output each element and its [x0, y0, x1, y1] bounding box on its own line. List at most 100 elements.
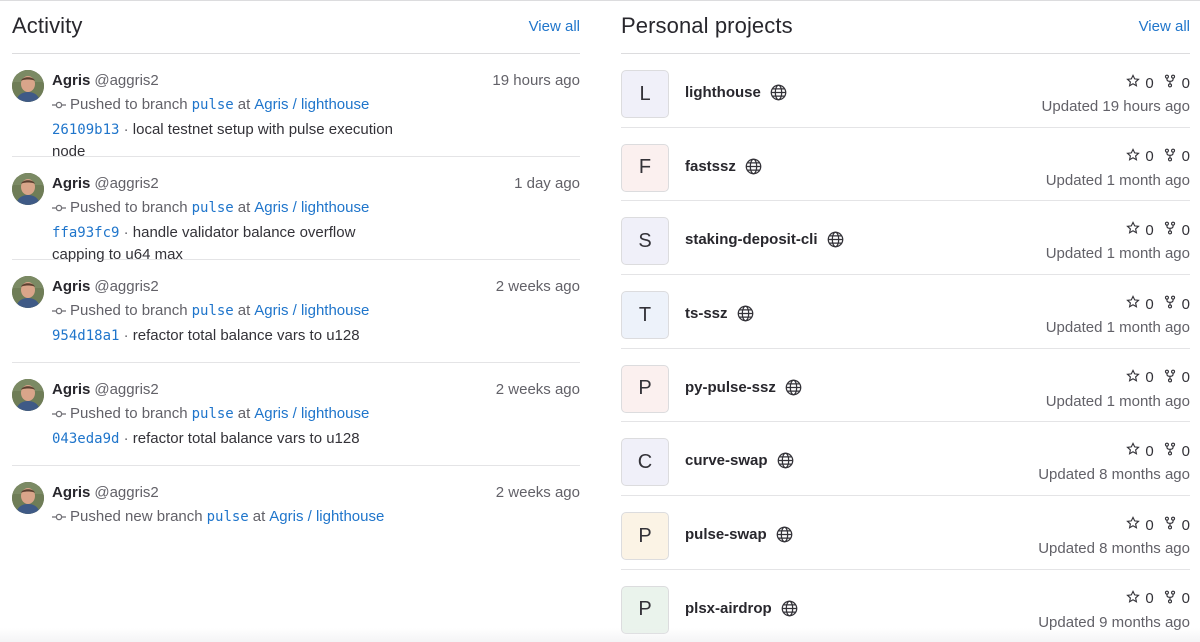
project-avatar[interactable]: P	[621, 585, 669, 634]
project-stats: 00	[1117, 147, 1190, 166]
event-time: 2 weeks ago	[495, 381, 580, 398]
branch-link[interactable]: pulse	[192, 198, 234, 218]
stars-count[interactable]: 0	[1126, 516, 1154, 534]
stars-count[interactable]: 0	[1126, 147, 1154, 166]
event-time: 2 weeks ago	[495, 484, 580, 501]
project-name-link[interactable]: pulse-swap	[685, 526, 767, 543]
projects-view-all-link[interactable]: View all	[1139, 18, 1190, 35]
project-updated: Updated 1 month ago	[1045, 171, 1190, 189]
commit-line: 954d18a1 · refactor total balance vars t…	[52, 325, 412, 347]
project-name-link[interactable]: fastssz	[685, 158, 736, 175]
activity-section: Activity View all Agris @aggris2 19 hours …	[12, 1, 580, 569]
at-text: at	[237, 199, 251, 216]
avatar[interactable]	[12, 173, 44, 205]
avatar[interactable]	[12, 379, 44, 411]
repo-link[interactable]: Agris / lighthouse	[254, 404, 369, 424]
forks-value: 0	[1181, 148, 1190, 166]
forks-count[interactable]: 0	[1163, 74, 1190, 92]
project-avatar[interactable]: T	[621, 291, 669, 340]
activity-event: Agris @aggris2 2 weeks ago Pushed to branch…	[12, 260, 580, 363]
fork-icon	[1163, 221, 1182, 239]
stars-count[interactable]: 0	[1126, 589, 1154, 608]
repo-link[interactable]: Agris / lighthouse	[254, 198, 369, 218]
activity-title: Activity	[12, 13, 83, 38]
fork-icon	[1163, 148, 1182, 166]
projects-title: Personal projects	[621, 13, 793, 38]
project-row: Pplsx-airdrop 0 0 Updated 9 months ago	[621, 570, 1190, 642]
repo-link[interactable]: Agris / lighthouse	[254, 95, 369, 115]
project-name-link[interactable]: staking-deposit-cli	[685, 231, 818, 248]
commit-sha-link[interactable]: 043eda9d	[52, 431, 119, 447]
forks-count[interactable]: 0	[1163, 442, 1190, 460]
author-name[interactable]: Agris	[52, 484, 90, 501]
project-avatar[interactable]: S	[621, 217, 669, 266]
branch-link[interactable]: pulse	[207, 507, 249, 527]
stars-value: 0	[1145, 590, 1154, 608]
project-stats: 00	[1117, 368, 1190, 387]
project-avatar[interactable]: P	[621, 364, 669, 413]
action-line: Pushed new branch pulse at Agris / lighthou…	[52, 507, 580, 527]
author-line: Agris @aggris2 2 weeks ago	[52, 380, 580, 400]
project-row: Sstaking-deposit-cli 0 0 Updated 1 month ag…	[621, 201, 1190, 276]
project-avatar[interactable]: P	[621, 512, 669, 561]
commit-sha-link[interactable]: 26109b13	[52, 122, 119, 138]
forks-count[interactable]: 0	[1163, 295, 1190, 313]
forks-count[interactable]: 0	[1163, 590, 1190, 608]
event-time: 1 day ago	[514, 175, 580, 192]
stars-count[interactable]: 0	[1126, 221, 1154, 239]
author: Agris @aggris2	[52, 71, 159, 91]
commit-sha-link[interactable]: ffa93fc9	[52, 225, 119, 241]
separator: ·	[123, 224, 129, 241]
commit-icon	[52, 98, 66, 112]
forks-count[interactable]: 0	[1163, 221, 1190, 239]
stars-count[interactable]: 0	[1126, 295, 1154, 313]
author-name[interactable]: Agris	[52, 175, 90, 192]
separator: ·	[123, 430, 129, 447]
author: Agris @aggris2	[52, 483, 159, 503]
author-name[interactable]: Agris	[52, 278, 90, 295]
star-icon	[1126, 368, 1145, 387]
action-line: Pushed to branch pulse at Agris / lighthous…	[52, 301, 580, 321]
forks-count[interactable]: 0	[1163, 516, 1190, 534]
author-name[interactable]: Agris	[52, 381, 90, 398]
stars-count[interactable]: 0	[1126, 368, 1154, 387]
activity-view-all-link[interactable]: View all	[529, 18, 580, 35]
event-time: 2 weeks ago	[495, 278, 580, 295]
commit-icon	[52, 510, 66, 524]
author-name[interactable]: Agris	[52, 72, 90, 89]
personal-projects-section: Personal projects View all Llighthouse 0 0…	[621, 1, 1190, 642]
fork-icon	[1163, 369, 1182, 387]
project-avatar[interactable]: C	[621, 438, 669, 487]
stars-count[interactable]: 0	[1126, 74, 1154, 92]
project-name-link[interactable]: py-pulse-ssz	[685, 379, 776, 396]
avatar[interactable]	[12, 482, 44, 514]
branch-link[interactable]: pulse	[192, 95, 234, 115]
project-row: Tts-ssz 0 0 Updated 1 month ago	[621, 275, 1190, 349]
forks-count[interactable]: 0	[1163, 148, 1190, 166]
author-handle: @aggris2	[94, 381, 159, 398]
event-time: 19 hours ago	[492, 72, 580, 89]
forks-count[interactable]: 0	[1163, 369, 1190, 387]
project-name-link[interactable]: lighthouse	[685, 84, 761, 101]
project-avatar[interactable]: L	[621, 70, 669, 118]
author: Agris @aggris2	[52, 174, 159, 194]
author-handle: @aggris2	[94, 484, 159, 501]
avatar[interactable]	[12, 276, 44, 308]
project-avatar[interactable]: F	[621, 143, 669, 192]
project-row: Ffastssz 0 0 Updated 1 month ago	[621, 128, 1190, 202]
repo-link[interactable]: Agris / lighthouse	[269, 507, 384, 527]
branch-link[interactable]: pulse	[192, 301, 234, 321]
action-text: Pushed to branch	[70, 302, 188, 319]
project-name-link[interactable]: curve-swap	[685, 452, 768, 469]
stars-count[interactable]: 0	[1126, 442, 1154, 460]
project-name-link[interactable]: ts-ssz	[685, 305, 728, 322]
project-name-wrap: ts-ssz	[685, 305, 754, 322]
at-text: at	[252, 508, 266, 525]
project-name-link[interactable]: plsx-airdrop	[685, 600, 772, 617]
commit-sha-link[interactable]: 954d18a1	[52, 328, 119, 344]
repo-link[interactable]: Agris / lighthouse	[254, 301, 369, 321]
at-text: at	[237, 96, 251, 113]
avatar[interactable]	[12, 70, 44, 102]
commit-icon	[52, 304, 66, 318]
branch-link[interactable]: pulse	[192, 404, 234, 424]
